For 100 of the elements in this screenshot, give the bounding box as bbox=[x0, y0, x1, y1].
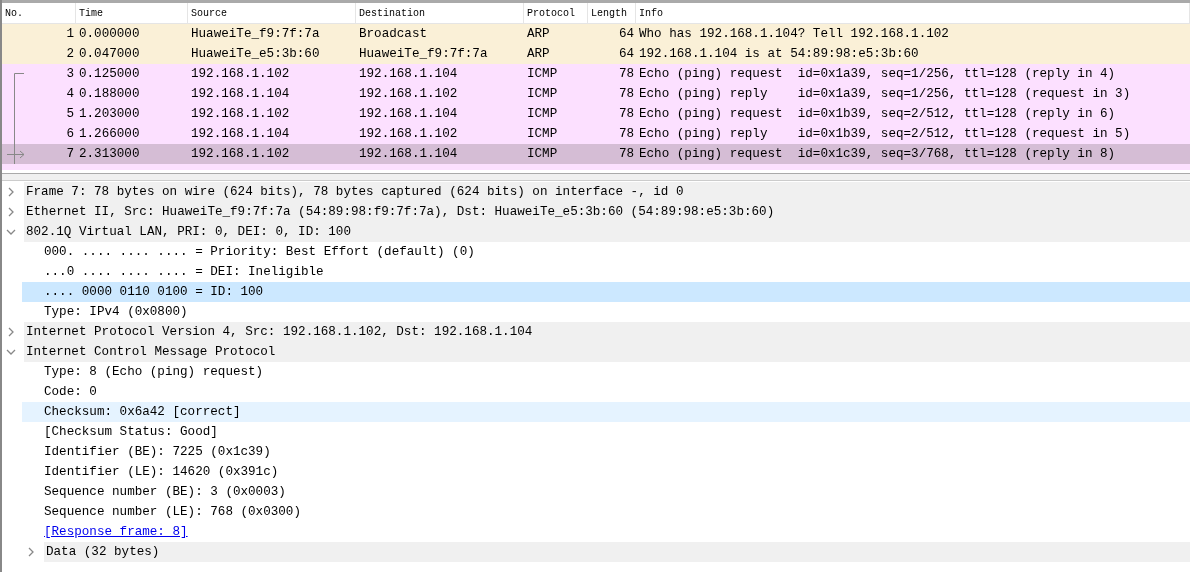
expand-chevron-icon[interactable] bbox=[6, 187, 16, 197]
tree-item[interactable]: Internet Control Message Protocol bbox=[24, 342, 1190, 362]
table-cell: 192.168.1.104 bbox=[359, 107, 458, 121]
tree-item[interactable]: Checksum: 0x6a42 [correct] bbox=[22, 402, 1190, 422]
table-cell: ICMP bbox=[527, 127, 558, 141]
field-text: Identifier (BE): 7225 (0x1c39) bbox=[44, 445, 271, 459]
table-cell: 192.168.1.104 is at 54:89:98:e5:3b:60 bbox=[639, 47, 919, 61]
expand-chevron-icon[interactable] bbox=[6, 327, 16, 337]
table-cell: Echo (ping) request id=0x1a39, seq=1/256, ttl=128 (reply in 4) bbox=[639, 67, 1116, 81]
table-cell: HuaweiTe_e5:3b:60 bbox=[191, 47, 320, 61]
table-cell: Who has 192.168.1.104? Tell 192.168.1.102 bbox=[639, 27, 949, 41]
tree-item[interactable]: Identifier (BE): 7225 (0x1c39) bbox=[22, 442, 1190, 462]
tree-item[interactable]: Internet Protocol Version 4, Src: 192.168.1.102, Dst: 192.168.1.104 bbox=[24, 322, 1190, 342]
tree-item[interactable]: [Checksum Status: Good] bbox=[22, 422, 1190, 442]
table-cell: 192.168.1.104 bbox=[359, 67, 458, 81]
table-cell: Echo (ping) reply id=0x1a39, seq=1/256, ttl=128 (request in 3) bbox=[639, 87, 1131, 101]
column-header[interactable]: Time bbox=[76, 3, 188, 23]
table-cell: 78 bbox=[618, 67, 634, 81]
pane-splitter[interactable] bbox=[2, 173, 1190, 181]
collapse-chevron-icon[interactable] bbox=[6, 347, 16, 357]
table-cell: ARP bbox=[527, 27, 550, 41]
packet-row[interactable]: 3 0.125000 192.168.1.102 192.168.1.104 ICMP 78 Echo (ping) request id=0x1a39, seq=1/256, ttl=128 (reply in 4) bbox=[2, 64, 1190, 84]
expand-chevron-icon[interactable] bbox=[26, 547, 36, 557]
table-cell: 0.125000 bbox=[79, 67, 140, 81]
table-cell: Echo (ping) request id=0x1c39, seq=3/768, ttl=128 (reply in 8) bbox=[639, 147, 1116, 161]
collapse-chevron-icon[interactable] bbox=[6, 227, 16, 237]
table-cell: 0.047000 bbox=[79, 47, 140, 61]
field-text: .... 0000 0110 0100 = ID: 100 bbox=[44, 285, 264, 299]
field-text: Type: IPv4 (0x0800) bbox=[44, 305, 188, 319]
table-cell: ICMP bbox=[527, 147, 558, 161]
tree-item[interactable]: Code: 0 bbox=[22, 382, 1190, 402]
packet-row[interactable]: 1 0.000000 HuaweiTe_f9:7f:7a Broadcast ARP 64 Who has 192.168.1.104? Tell 192.168.1.102 bbox=[2, 24, 1190, 44]
tree-item[interactable]: Sequence number (BE): 3 (0x0003) bbox=[22, 482, 1190, 502]
response-frame-link[interactable]: [Response frame: 8] bbox=[44, 525, 188, 539]
table-cell: 192.168.1.102 bbox=[359, 127, 458, 141]
tree-item[interactable]: ...0 .... .... .... = DEI: Ineligible bbox=[22, 262, 1190, 282]
tree-item[interactable]: Frame 7: 78 bytes on wire (624 bits), 78 bytes captured (624 bits) on interface -, id 0 bbox=[24, 182, 1190, 202]
field-text: ...0 .... .... .... = DEI: Ineligible bbox=[44, 265, 324, 279]
table-cell: Echo (ping) reply id=0x1b39, seq=2/512, ttl=128 (request in 5) bbox=[639, 127, 1131, 141]
column-header[interactable]: Length bbox=[588, 3, 636, 23]
table-cell: 192.168.1.104 bbox=[191, 87, 290, 101]
table-cell: Broadcast bbox=[359, 27, 428, 41]
field-text: Sequence number (LE): 768 (0x0300) bbox=[44, 505, 301, 519]
tree-item[interactable]: Type: IPv4 (0x0800) bbox=[22, 302, 1190, 322]
table-cell: 1 bbox=[66, 27, 74, 41]
table-cell: 192.168.1.102 bbox=[191, 67, 290, 81]
expand-chevron-icon[interactable] bbox=[6, 207, 16, 217]
field-text: 000. .... .... .... = Priority: Best Effort (default) (0) bbox=[44, 245, 475, 259]
column-header[interactable]: Protocol bbox=[524, 3, 588, 23]
packet-row[interactable]: 5 1.203000 192.168.1.102 192.168.1.104 ICMP 78 Echo (ping) request id=0x1b39, seq=2/512, ttl=128 (reply in 6) bbox=[2, 104, 1190, 124]
table-cell: 64 bbox=[618, 27, 634, 41]
column-header[interactable]: Info bbox=[636, 3, 1190, 23]
tree-item[interactable]: Type: 8 (Echo (ping) request) bbox=[22, 362, 1190, 382]
tree-item[interactable]: .... 0000 0110 0100 = ID: 100 bbox=[22, 282, 1190, 302]
table-cell: 5 bbox=[66, 107, 74, 121]
table-cell: ARP bbox=[527, 47, 550, 61]
table-cell: 3 bbox=[66, 67, 74, 81]
table-cell: 4 bbox=[66, 87, 74, 101]
table-cell: HuaweiTe_f9:7f:7a bbox=[191, 27, 320, 41]
column-header[interactable]: Destination bbox=[356, 3, 524, 23]
table-cell: HuaweiTe_f9:7f:7a bbox=[359, 47, 488, 61]
table-cell: 78 bbox=[618, 87, 634, 101]
packet-row[interactable]: 6 1.266000 192.168.1.104 192.168.1.102 ICMP 78 Echo (ping) reply id=0x1b39, seq=2/512, ttl=128 (request in 5) bbox=[2, 124, 1190, 144]
table-cell: ICMP bbox=[527, 107, 558, 121]
table-cell: 78 bbox=[618, 147, 634, 161]
field-text: Identifier (LE): 14620 (0x391c) bbox=[44, 465, 279, 479]
table-cell: 0.000000 bbox=[79, 27, 140, 41]
tree-item[interactable]: 802.1Q Virtual LAN, PRI: 0, DEI: 0, ID: 100 bbox=[24, 222, 1190, 242]
field-text: Checksum: 0x6a42 [correct] bbox=[44, 405, 241, 419]
conversation-arrow-icon bbox=[7, 144, 25, 164]
table-cell: 6 bbox=[66, 127, 74, 141]
packet-row[interactable]: 7 2.313000 192.168.1.102 192.168.1.104 ICMP 78 Echo (ping) request id=0x1c39, seq=3/768, ttl=128 (reply in 8) bbox=[2, 144, 1190, 164]
field-text: Code: 0 bbox=[44, 385, 97, 399]
tree-item[interactable]: [Response frame: 8] bbox=[22, 522, 1190, 542]
table-cell: 1.266000 bbox=[79, 127, 140, 141]
column-header[interactable]: Source bbox=[188, 3, 356, 23]
column-header[interactable]: No. bbox=[2, 3, 76, 23]
table-cell: 192.168.1.102 bbox=[191, 107, 290, 121]
tree-item[interactable]: 000. .... .... .... = Priority: Best Effort (default) (0) bbox=[22, 242, 1190, 262]
tree-item[interactable]: Data (32 bytes) bbox=[44, 542, 1190, 562]
packet-row[interactable]: 4 0.188000 192.168.1.104 192.168.1.102 ICMP 78 Echo (ping) reply id=0x1a39, seq=1/256, ttl=128 (request in 3) bbox=[2, 84, 1190, 104]
table-cell: 2.313000 bbox=[79, 147, 140, 161]
table-cell: 2 bbox=[66, 47, 74, 61]
table-cell: 7 bbox=[66, 147, 74, 161]
tree-item[interactable]: Identifier (LE): 14620 (0x391c) bbox=[22, 462, 1190, 482]
table-cell: 192.168.1.104 bbox=[191, 127, 290, 141]
table-cell: 0.188000 bbox=[79, 87, 140, 101]
table-cell: 192.168.1.102 bbox=[191, 147, 290, 161]
packet-row[interactable]: 2 0.047000 HuaweiTe_e5:3b:60 HuaweiTe_f9:7f:7a ARP 64 192.168.1.104 is at 54:89:98:e5:3b:60 bbox=[2, 44, 1190, 64]
table-cell: 78 bbox=[618, 107, 634, 121]
tree-item[interactable]: Ethernet II, Src: HuaweiTe_f9:7f:7a (54:89:98:f9:7f:7a), Dst: HuaweiTe_e5:3b:60 (54:89:98:e5:3b:60) bbox=[24, 202, 1190, 222]
table-cell: 1.203000 bbox=[79, 107, 140, 121]
table-cell: ICMP bbox=[527, 87, 558, 101]
table-cell: Echo (ping) request id=0x1b39, seq=2/512, ttl=128 (reply in 6) bbox=[639, 107, 1116, 121]
field-text: Type: 8 (Echo (ping) request) bbox=[44, 365, 264, 379]
table-cell: 192.168.1.102 bbox=[359, 87, 458, 101]
table-cell: 192.168.1.104 bbox=[359, 147, 458, 161]
table-cell: 64 bbox=[618, 47, 634, 61]
field-text: [Checksum Status: Good] bbox=[44, 425, 218, 439]
tree-item[interactable]: Sequence number (LE): 768 (0x0300) bbox=[22, 502, 1190, 522]
